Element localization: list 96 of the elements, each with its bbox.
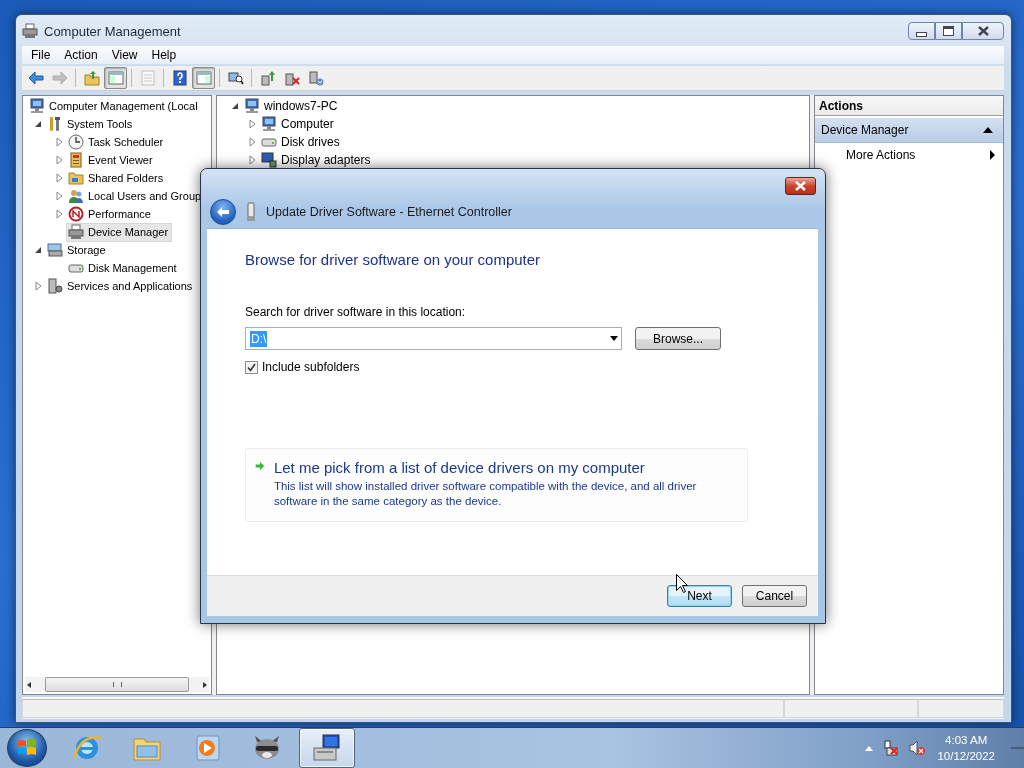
tree-item[interactable]: System Tools bbox=[45, 114, 137, 134]
actions-header: Actions bbox=[815, 96, 1003, 116]
tree-item[interactable]: Computer Management (Local bbox=[27, 96, 202, 116]
horizontal-scrollbar[interactable] bbox=[25, 677, 209, 692]
expand-arrow-icon[interactable] bbox=[54, 173, 64, 183]
folder-icon bbox=[68, 170, 84, 186]
expand-arrow-icon[interactable] bbox=[247, 119, 257, 129]
caret-right-icon bbox=[990, 150, 995, 160]
device-cross-icon bbox=[283, 70, 300, 86]
close-icon bbox=[977, 26, 989, 36]
sheet-icon bbox=[139, 70, 156, 86]
clock-icon bbox=[68, 134, 84, 150]
maximize-button[interactable] bbox=[935, 22, 962, 40]
tree-item[interactable]: Services and Applications bbox=[45, 276, 197, 296]
next-button[interactable]: Next bbox=[667, 585, 732, 607]
expand-arrow-icon[interactable] bbox=[54, 137, 64, 147]
tree-item[interactable]: Performance bbox=[66, 204, 155, 224]
back-button[interactable] bbox=[210, 199, 236, 225]
dialog-title: Update Driver Software - Ethernet Controller bbox=[266, 205, 512, 219]
clock[interactable]: 4:03 AM 10/12/2022 bbox=[937, 732, 995, 764]
link-title: Let me pick from a list of device drivers on my computer bbox=[273, 459, 646, 477]
scroll-right-icon[interactable] bbox=[201, 680, 209, 689]
collapse-arrow-icon[interactable] bbox=[33, 245, 43, 255]
show-hidden-icons-icon[interactable] bbox=[865, 745, 874, 751]
storage-icon bbox=[47, 242, 63, 258]
tree-item[interactable]: Display adapters bbox=[259, 150, 375, 170]
scroll-left-icon[interactable] bbox=[25, 680, 33, 689]
arrow-right-icon bbox=[51, 70, 68, 86]
close-button[interactable] bbox=[785, 177, 816, 195]
tree-item[interactable]: Event Viewer bbox=[66, 150, 157, 170]
collapse-arrow-icon[interactable] bbox=[33, 119, 43, 129]
arrow-left-icon bbox=[27, 70, 44, 86]
command-link[interactable]: Let me pick from a list of device drivers on my computer This list will show installed driver software compatible with the device, and all driver software in the same category as the device. bbox=[245, 448, 748, 522]
expand-arrow-icon[interactable] bbox=[54, 209, 64, 219]
dropdown-arrow-icon bbox=[610, 336, 618, 341]
expand-arrow-icon[interactable] bbox=[247, 137, 257, 147]
computer-icon bbox=[244, 98, 260, 114]
tree-item[interactable]: Shared Folders bbox=[66, 168, 168, 188]
server-icon bbox=[47, 278, 63, 294]
window-title: Computer Management bbox=[44, 24, 181, 39]
monitor-icon bbox=[261, 116, 277, 132]
users-icon bbox=[68, 188, 84, 204]
ethernet-icon bbox=[246, 202, 256, 222]
pane-icon bbox=[195, 70, 212, 86]
arrow-left-icon bbox=[216, 206, 230, 218]
checkbox[interactable] bbox=[245, 360, 258, 374]
tree-item[interactable]: Device Manager bbox=[66, 222, 173, 242]
menu-item[interactable]: File bbox=[24, 48, 58, 62]
link-description: This list will show installed driver software compatible with the device, and all driver software in the same category as the device. bbox=[273, 479, 698, 509]
tree-item[interactable]: Disk drives bbox=[259, 132, 344, 152]
collapse-arrow-icon[interactable] bbox=[230, 101, 240, 111]
speaker-muted-icon[interactable] bbox=[909, 740, 926, 756]
arrow-right-icon bbox=[255, 459, 265, 473]
dial-icon bbox=[68, 206, 84, 222]
help-icon bbox=[171, 70, 188, 86]
tree-item[interactable]: Computer bbox=[259, 114, 338, 134]
field-label: Search for driver software in this location: bbox=[245, 305, 467, 319]
computer-icon bbox=[29, 98, 45, 114]
tree-item[interactable]: Local Users and Group bbox=[66, 186, 206, 206]
tree-item[interactable]: Disk Management bbox=[66, 258, 181, 278]
menu-item[interactable]: View bbox=[104, 48, 145, 62]
scrollbar-thumb[interactable] bbox=[45, 677, 189, 692]
action-section[interactable]: Device Manager bbox=[815, 118, 1003, 143]
tree-item[interactable]: windows7-PC bbox=[242, 96, 342, 116]
minimize-button[interactable] bbox=[908, 22, 935, 40]
book-icon bbox=[68, 152, 84, 168]
windows-logo-icon bbox=[17, 739, 37, 757]
expand-arrow-icon[interactable] bbox=[33, 281, 43, 291]
minimize-icon bbox=[916, 31, 927, 37]
expand-arrow-icon[interactable] bbox=[54, 155, 64, 165]
printer-icon bbox=[68, 224, 84, 240]
tools-icon bbox=[47, 116, 63, 132]
main-instruction: Browse for driver software on your computer bbox=[245, 251, 542, 268]
device-arrow-icon bbox=[259, 70, 276, 86]
display-icon bbox=[261, 152, 277, 168]
cancel-button[interactable]: Cancel bbox=[742, 585, 807, 607]
network-error-icon[interactable] bbox=[883, 740, 900, 756]
close-icon bbox=[795, 181, 806, 191]
monitor-magnifier-icon bbox=[227, 70, 244, 86]
menu-item[interactable]: Help bbox=[144, 48, 184, 62]
tree-item[interactable]: Storage bbox=[45, 240, 110, 260]
maximize-icon bbox=[943, 26, 954, 36]
taskbar-button[interactable] bbox=[299, 728, 355, 768]
pane-icon bbox=[107, 70, 124, 86]
action-item[interactable]: More Actions bbox=[815, 143, 1003, 167]
folder-up-icon bbox=[83, 70, 100, 86]
close-button[interactable] bbox=[962, 22, 1004, 40]
menu-item[interactable]: Action bbox=[57, 48, 105, 62]
start-button[interactable] bbox=[7, 729, 47, 767]
expand-arrow-icon[interactable] bbox=[54, 191, 64, 201]
browse-button[interactable]: Browse... bbox=[635, 327, 721, 350]
checkbox-label: Include subfolders bbox=[262, 360, 360, 374]
device-down-icon bbox=[307, 70, 324, 86]
tree-item[interactable]: Task Scheduler bbox=[66, 132, 168, 152]
expand-arrow-icon[interactable] bbox=[247, 155, 257, 165]
caret-up-icon bbox=[983, 127, 993, 133]
